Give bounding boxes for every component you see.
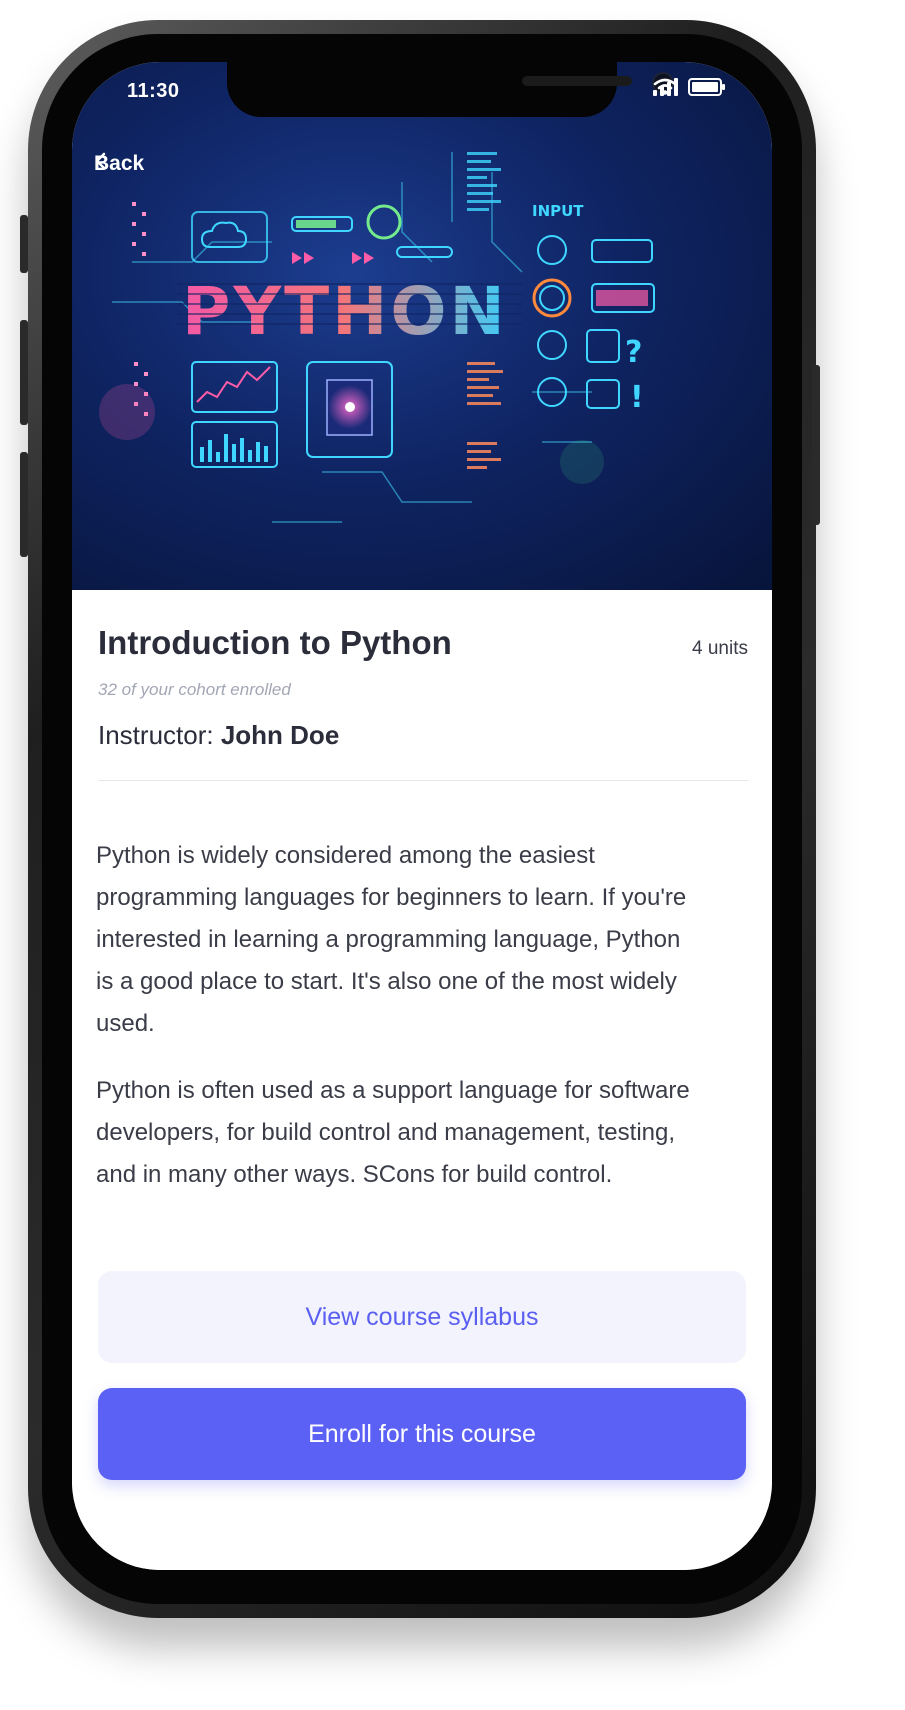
speaker-grille xyxy=(522,76,632,86)
course-title: Introduction to Python xyxy=(98,624,452,661)
chevron-left-icon xyxy=(95,152,106,170)
course-details: Introduction to Python 4 units 32 of you… xyxy=(72,590,772,1570)
silent-switch xyxy=(20,215,28,273)
view-syllabus-button[interactable]: View course syllabus xyxy=(98,1271,746,1363)
enroll-button[interactable]: Enroll for this course xyxy=(98,1388,746,1480)
volume-down-button xyxy=(20,452,28,557)
status-time: 11:30 xyxy=(127,80,180,102)
back-button[interactable]: Back xyxy=(94,152,144,176)
hero-input-caption: INPUT xyxy=(532,202,584,220)
svg-text:?: ? xyxy=(625,335,642,370)
cohort-enrolled-note: 32 of your cohort enrolled xyxy=(98,680,291,699)
divider xyxy=(98,780,748,781)
instructor-name: John Doe xyxy=(220,720,340,750)
status-icons xyxy=(653,78,725,96)
course-hero-image: PYTHON INPUT ? ! 11:30 Back xyxy=(72,62,772,590)
instructor-label: Instructor: xyxy=(98,720,214,750)
svg-text:!: ! xyxy=(630,380,644,415)
device-notch xyxy=(227,62,674,117)
course-description-paragraph: Python is widely considered among the ea… xyxy=(96,842,687,1037)
units-count: 4 units xyxy=(692,638,748,659)
python-circuit-illustration: PYTHON INPUT ? ! xyxy=(99,152,655,523)
title-row: Introduction to Python 4 units xyxy=(98,624,748,662)
course-description-paragraph: Python is often used as a support langua… xyxy=(96,1077,690,1188)
power-button xyxy=(812,365,820,525)
battery-icon xyxy=(688,78,725,96)
wifi-icon xyxy=(653,78,677,95)
instructor-line: Instructor: John Doe xyxy=(98,720,339,751)
app-screen: PYTHON INPUT ? ! 11:30 Back Introduction… xyxy=(72,62,772,1570)
volume-up-button xyxy=(20,320,28,425)
device-mockup: PYTHON INPUT ? ! 11:30 Back Introduction… xyxy=(0,0,905,1710)
